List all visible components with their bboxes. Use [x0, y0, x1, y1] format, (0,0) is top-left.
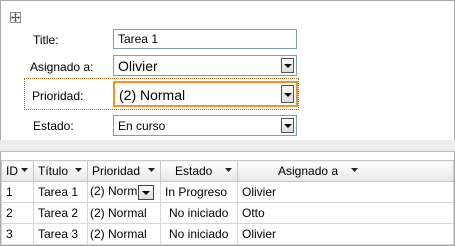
move-handle-icon[interactable]: [10, 12, 21, 23]
assigned-to-label: Asignado a:: [30, 60, 94, 74]
cell-id[interactable]: 2: [1, 202, 34, 224]
chevron-down-icon[interactable]: [138, 184, 155, 200]
table-row[interactable]: 2 Tarea 2 (2) Normal No iniciado Otto: [1, 202, 454, 224]
cell-id[interactable]: 3: [1, 223, 34, 245]
cell-status[interactable]: In Progreso: [160, 181, 238, 203]
title-field[interactable]: Tarea 1: [113, 29, 297, 49]
sort-dropdown-icon[interactable]: [225, 168, 232, 173]
sort-dropdown-icon[interactable]: [75, 168, 82, 173]
cell-status[interactable]: No iniciado: [160, 202, 238, 224]
table-row[interactable]: 1 Tarea 1 (2) Norm In Progreso Olivier: [1, 181, 454, 203]
cell-title[interactable]: Tarea 1: [33, 181, 88, 203]
cell-title[interactable]: Tarea 2: [33, 202, 88, 224]
assigned-to-value: Olivier: [118, 58, 158, 74]
cell-assigned-to[interactable]: Otto: [237, 202, 454, 224]
column-header-label: Título: [38, 164, 69, 178]
status-dropdown[interactable]: En curso: [113, 115, 297, 136]
title-field-value: Tarea 1: [118, 32, 159, 46]
sort-dropdown-icon[interactable]: [21, 168, 28, 173]
table-header-row: ID Título Prioridad Estado Asignado a: [1, 160, 454, 182]
column-header-status[interactable]: Estado: [160, 160, 238, 182]
column-header-label: ID: [6, 164, 18, 178]
column-header-label: Asignado a: [278, 164, 339, 178]
column-header-id[interactable]: ID: [1, 160, 34, 182]
column-header-title[interactable]: Título: [33, 160, 88, 182]
column-header-label: Prioridad: [92, 164, 141, 178]
datasheet-table: ID Título Prioridad Estado Asignado a 1 …: [1, 160, 454, 245]
cell-assigned-to[interactable]: Olivier: [237, 223, 454, 245]
priority-label: Prioridad:: [32, 89, 84, 103]
cell-priority[interactable]: (2) Normal: [87, 202, 161, 224]
priority-dropdown[interactable]: (2) Normal: [113, 81, 298, 107]
cell-id[interactable]: 1: [1, 181, 34, 203]
cell-assigned-to[interactable]: Olivier: [237, 181, 454, 203]
section-separator: [0, 140, 455, 152]
chevron-down-icon[interactable]: [281, 118, 294, 133]
cell-priority-editing[interactable]: (2) Norm: [87, 181, 161, 203]
status-value: En curso: [118, 119, 166, 133]
chevron-down-icon[interactable]: [281, 85, 294, 103]
chevron-down-icon[interactable]: [281, 58, 294, 73]
title-label: Title:: [33, 33, 59, 47]
priority-value: (2) Normal: [119, 87, 186, 103]
table-row[interactable]: 3 Tarea 3 (2) Normal No iniciado Olivier: [1, 223, 454, 245]
assigned-to-dropdown[interactable]: Olivier: [113, 55, 297, 76]
column-header-priority[interactable]: Prioridad: [87, 160, 161, 182]
sort-dropdown-icon[interactable]: [351, 168, 358, 173]
cell-title[interactable]: Tarea 3: [33, 223, 88, 245]
sort-dropdown-icon[interactable]: [148, 168, 155, 173]
cell-status[interactable]: No iniciado: [160, 223, 238, 245]
status-label: Estado:: [33, 119, 74, 133]
column-header-label: Estado: [175, 164, 213, 178]
column-header-assigned-to[interactable]: Asignado a: [237, 160, 454, 182]
cell-priority-value: (2) Norm: [90, 184, 138, 199]
cell-priority[interactable]: (2) Normal: [87, 223, 161, 245]
